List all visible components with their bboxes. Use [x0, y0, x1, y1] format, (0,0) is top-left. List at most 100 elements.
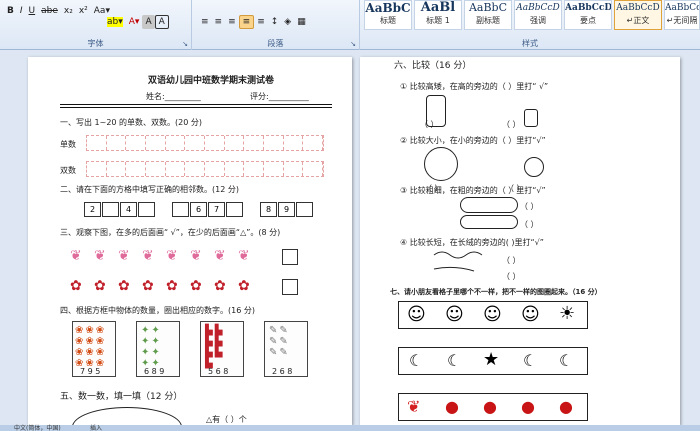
document-page-1[interactable]: 双语幼儿园中班数学期末测试卷 姓名:_________ 评分:_________…	[28, 57, 352, 425]
font-group-label: 字体	[87, 39, 104, 48]
even-label: 双数	[60, 166, 76, 175]
line-spacing-icon[interactable]: ↕	[268, 15, 282, 29]
even-writing-grid[interactable]	[86, 161, 324, 177]
style-heading-1[interactable]: AaBl 标题 1	[414, 0, 462, 30]
subscript-button[interactable]: x₂	[61, 4, 76, 18]
smiley-icon[interactable]: ☺	[483, 306, 502, 324]
style-strong[interactable]: AaBbCcD 要点	[564, 0, 612, 30]
smiley-icon[interactable]: ☺	[407, 306, 426, 324]
number-box[interactable]	[296, 202, 313, 217]
rose-icon: ✿	[166, 278, 178, 294]
style-emphasis[interactable]: AaBbCcD 强调	[514, 0, 562, 30]
odd-label: 单数	[60, 140, 76, 149]
paren[interactable]: （ ）	[420, 119, 439, 130]
number-box[interactable]	[172, 202, 189, 217]
star-icon[interactable]: ★	[483, 351, 499, 369]
number-box: 7	[208, 202, 225, 217]
odd-one-out-strip: ☾ ☾ ★ ☾ ☾	[398, 347, 588, 375]
underline-button[interactable]: U	[26, 4, 39, 18]
document-page-2[interactable]: 六、比较（16 分） ① 比较高矮，在高的旁边的（ ）里打“ √” （ ） （ …	[360, 57, 680, 425]
score-field: 评分:__________	[250, 92, 309, 101]
answer-box[interactable]	[282, 279, 298, 295]
short-cup	[524, 109, 538, 127]
moon-icon[interactable]: ☾	[409, 353, 423, 369]
paragraph-dialog-launcher-icon[interactable]: ↘	[350, 40, 356, 48]
apple-icon[interactable]: ●	[445, 399, 459, 415]
pencil-icon: ✎✎ ✎✎ ✎✎	[269, 325, 290, 358]
borders-icon[interactable]: ▦	[294, 15, 309, 29]
paren[interactable]: （ ）	[520, 201, 539, 212]
compare-item: ③ 比较粗细，在粗的旁边的（ ）里打“√”	[400, 186, 546, 195]
card-numbers: 7 9 5	[80, 367, 101, 376]
paren[interactable]: （ ）	[502, 255, 521, 266]
paren[interactable]: （ ）	[502, 271, 521, 282]
number-box[interactable]	[102, 202, 119, 217]
paren[interactable]: （ ）	[520, 219, 539, 230]
char-shading-button[interactable]: A	[142, 15, 155, 29]
rose-icon: ✿	[118, 278, 130, 294]
number-box[interactable]	[226, 202, 243, 217]
smiley-icon[interactable]: ☺	[521, 306, 540, 324]
strikethrough-button[interactable]: abe	[38, 4, 61, 18]
apple-icon[interactable]: ●	[559, 399, 573, 415]
moon-icon[interactable]: ☾	[523, 353, 537, 369]
align-left-icon[interactable]: ≡	[198, 15, 212, 29]
compare-item: ① 比较高矮，在高的旁边的（ ）里打“ √”	[400, 82, 549, 91]
number-box: 8	[260, 202, 277, 217]
number-box: 2	[84, 202, 101, 217]
moon-icon[interactable]: ☾	[447, 353, 461, 369]
thick-log	[460, 197, 518, 213]
style-normal[interactable]: AaBbCcD ↵正文	[614, 0, 662, 30]
butterfly-icon: ❦	[214, 248, 226, 264]
apple-icon[interactable]: ●	[483, 399, 497, 415]
bird-icon: ✦✦ ✦✦ ✦✦ ✦✦	[141, 325, 162, 369]
card-numbers: 6 8 9	[144, 367, 165, 376]
smiley-icon[interactable]: ☺	[445, 306, 464, 324]
number-box: 6	[190, 202, 207, 217]
insert-mode-indicator[interactable]: 插入	[90, 423, 102, 431]
font-group: B I U abe x₂ x² Aa▾ ab▾ A▾ A A 字体 ↘	[0, 0, 192, 50]
style-no-spacing[interactable]: AaBbCcD ↵无间隔	[664, 0, 700, 30]
superscript-button[interactable]: x²	[76, 4, 91, 18]
styles-group: AaBbC 标题 AaBl 标题 1 AaBbC 副标题 AaBbCcD 强调 …	[360, 0, 700, 50]
number-box[interactable]	[138, 202, 155, 217]
font-dialog-launcher-icon[interactable]: ↘	[182, 40, 188, 48]
bold-button[interactable]: B	[4, 4, 17, 18]
card-numbers: 5 6 8	[208, 367, 229, 376]
butterfly-icon: ❦	[238, 248, 250, 264]
style-title[interactable]: AaBbC 标题	[364, 0, 412, 30]
odd-one-out-strip: ☺ ☺ ☺ ☺ ☀	[398, 301, 588, 329]
status-bar: 中文(简体，中国) 插入	[0, 425, 700, 431]
moon-icon[interactable]: ☾	[559, 353, 573, 369]
sun-icon[interactable]: ☀	[559, 305, 575, 323]
italic-button[interactable]: I	[17, 4, 26, 18]
question-4: 四、根据方框中物体的数量，圈出相应的数字。(16 分)	[60, 306, 255, 315]
header-divider	[60, 104, 332, 105]
justify-icon[interactable]: ≡	[238, 15, 255, 29]
question-3: 三、观察下图，在多的后面画“ √”，在少的后面画“△”。(8 分)	[60, 228, 281, 237]
align-center-icon[interactable]: ≡	[212, 15, 226, 29]
paren[interactable]: （ ）	[502, 119, 521, 130]
highlight-color-button[interactable]: ab▾	[104, 15, 126, 29]
align-right-icon[interactable]: ≡	[225, 15, 239, 29]
rose-icon: ✿	[190, 278, 202, 294]
font-tools-row-2: ab▾ A▾ A A	[104, 14, 169, 30]
shading-icon[interactable]: ◈	[281, 15, 294, 29]
answer-box[interactable]	[282, 249, 298, 265]
small-circle	[524, 157, 544, 177]
language-indicator[interactable]: 中文(简体，中国)	[14, 423, 61, 431]
strawberry-icon[interactable]: ❦	[407, 399, 420, 415]
question-1: 一、写出 1~20 的单数、双数。(20 分)	[60, 118, 203, 127]
style-subtitle[interactable]: AaBbC 副标题	[464, 0, 512, 30]
char-border-button[interactable]: A	[154, 15, 169, 29]
number-box: 4	[120, 202, 137, 217]
compare-item: ④ 比较长短，在长绒的旁边的( )里打“√”	[400, 238, 544, 247]
rose-icon: ✿	[238, 278, 250, 294]
distributed-icon[interactable]: ≡	[254, 15, 268, 29]
font-color-button[interactable]: A▾	[126, 15, 143, 29]
butterfly-icon: ❦	[94, 248, 106, 264]
thin-log	[460, 215, 518, 229]
apple-icon[interactable]: ●	[521, 399, 535, 415]
font-tools-row-1: B I U abe x₂ x² Aa▾	[4, 3, 113, 19]
odd-writing-grid[interactable]	[86, 135, 324, 151]
